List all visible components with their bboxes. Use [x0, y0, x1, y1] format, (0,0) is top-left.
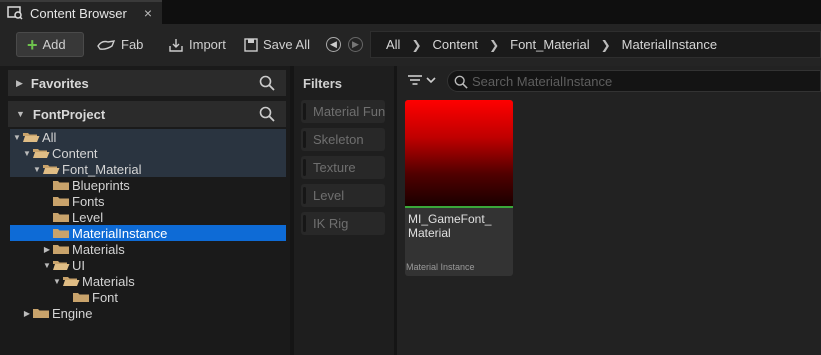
breadcrumb-all[interactable]: All	[386, 37, 400, 52]
breadcrumb-content[interactable]: Content	[433, 37, 479, 52]
add-label: Add	[42, 37, 66, 52]
folder-open-icon	[33, 149, 50, 158]
breadcrumb-material-instance[interactable]: MaterialInstance	[622, 37, 717, 52]
chevron-right-icon: ❯	[600, 37, 611, 52]
tree-item-label: Materials	[82, 273, 135, 289]
filters-title: Filters	[303, 76, 343, 91]
tree-item-materials[interactable]: ▶ Materials	[10, 241, 286, 257]
search-icon[interactable]	[259, 75, 275, 91]
folder-open-icon	[43, 165, 60, 174]
caret-down-icon[interactable]: ▼	[22, 149, 32, 158]
fab-button[interactable]: Fab	[96, 32, 143, 57]
search-placeholder: Search MaterialInstance	[472, 73, 613, 89]
asset-tile[interactable]: MI_GameFont_ Material Material Instance	[405, 100, 513, 276]
project-label: FontProject	[32, 106, 106, 122]
folder-icon	[33, 309, 49, 318]
folder-icon	[73, 293, 89, 302]
filter-chip-level[interactable]: Level	[301, 184, 385, 207]
caret-down-icon[interactable]: ▼	[52, 277, 62, 286]
folder-icon	[53, 245, 69, 254]
folder-tree: ▼ All ▼ Content ▼ Font_Material Blueprints Font…	[10, 129, 286, 321]
filter-dropdown-button[interactable]	[407, 74, 437, 89]
tree-item-label: Font	[92, 289, 119, 305]
filter-chip-ik-rig[interactable]: IK Rig	[301, 212, 385, 235]
tree-item-ui[interactable]: ▼ UI	[10, 257, 286, 273]
folder-icon	[53, 197, 69, 206]
tab-title: Content Browser	[30, 5, 127, 21]
import-button[interactable]: Import	[168, 32, 226, 57]
tree-item-label: Content	[52, 145, 98, 161]
tree-item-content[interactable]: ▼ Content	[10, 145, 286, 161]
favorites-header[interactable]: ▶ Favorites	[8, 70, 286, 96]
folder-open-icon	[53, 261, 70, 270]
tree-item-label: Materials	[72, 241, 125, 257]
folder-open-icon	[63, 277, 80, 286]
tree-item-label: UI	[72, 257, 85, 273]
caret-right-icon[interactable]: ▶	[22, 309, 32, 318]
tree-item-label: Font_Material	[62, 161, 142, 177]
tree-item-engine[interactable]: ▶ Engine	[10, 305, 286, 321]
asset-name: MI_GameFont_ Material	[408, 212, 492, 240]
tab-strip: Content Browser ×	[0, 0, 821, 24]
search-icon	[454, 75, 468, 89]
caret-right-icon[interactable]: ▶	[42, 245, 52, 254]
caret-right-icon: ▶	[16, 77, 23, 88]
save-all-label: Save All	[263, 37, 310, 52]
asset-view: Search MaterialInstance MI_GameFont_ Mat…	[397, 66, 821, 355]
chevron-right-icon: ❯	[411, 37, 422, 52]
filter-icon	[408, 75, 436, 85]
tree-item-font-material[interactable]: ▼ Font_Material	[10, 161, 286, 177]
breadcrumb-font-material[interactable]: Font_Material	[510, 37, 589, 52]
caret-down-icon: ▼	[16, 109, 25, 119]
caret-down-icon[interactable]: ▼	[42, 261, 52, 270]
project-header[interactable]: ▼ FontProject	[8, 101, 286, 127]
folder-icon	[53, 229, 69, 238]
forward-arrow-icon[interactable]: ▶	[348, 37, 363, 52]
close-icon[interactable]: ×	[144, 5, 152, 21]
tree-item-font[interactable]: Font	[10, 289, 286, 305]
filters-panel: Filters Material Fun Skeleton Texture Le…	[294, 66, 394, 355]
tree-item-materialinstance[interactable]: MaterialInstance	[10, 225, 286, 241]
asset-type-label: Material Instance	[406, 262, 475, 272]
favorites-label: Favorites	[30, 75, 89, 91]
caret-down-icon[interactable]: ▼	[12, 133, 22, 142]
caret-down-icon[interactable]: ▼	[32, 165, 42, 174]
chevron-right-icon: ❯	[489, 37, 500, 52]
tree-item-all[interactable]: ▼ All	[10, 129, 286, 145]
search-icon[interactable]	[259, 106, 275, 122]
tree-item-fonts[interactable]: Fonts	[10, 193, 286, 209]
content-browser-icon	[7, 6, 23, 20]
tree-item-blueprints[interactable]: Blueprints	[10, 177, 286, 193]
asset-search-input[interactable]: Search MaterialInstance	[447, 70, 821, 92]
sources-panel: ▶ Favorites ▼ FontProject ▼ All ▼ Content ▼ F…	[0, 66, 290, 355]
toolbar: + Add Fab Import Save All ◀ ▶ All ❯ Cont…	[0, 24, 821, 66]
folder-icon	[53, 213, 69, 222]
tab-content-browser[interactable]: Content Browser ×	[0, 0, 162, 24]
import-icon	[169, 38, 183, 52]
filter-chip-material-function[interactable]: Material Fun	[301, 100, 385, 123]
breadcrumb: All ❯ Content ❯ Font_Material ❯ Material…	[370, 31, 821, 58]
folder-open-icon	[23, 133, 40, 142]
back-arrow-icon[interactable]: ◀	[326, 37, 341, 52]
save-icon	[244, 37, 258, 52]
tree-item-label: Fonts	[72, 193, 105, 209]
fab-label: Fab	[121, 37, 144, 52]
tree-item-materials[interactable]: ▼ Materials	[10, 273, 286, 289]
tree-item-label: Level	[72, 209, 104, 225]
folder-icon	[53, 181, 69, 190]
asset-thumbnail	[405, 100, 513, 206]
tree-item-level[interactable]: Level	[10, 209, 286, 225]
tree-item-label: Blueprints	[72, 177, 130, 193]
filter-chip-texture[interactable]: Texture	[301, 156, 385, 179]
save-all-button[interactable]: Save All	[244, 32, 310, 57]
plus-icon: +	[27, 34, 38, 55]
import-label: Import	[189, 37, 226, 52]
add-button[interactable]: + Add	[16, 32, 84, 57]
fab-icon	[97, 39, 116, 50]
asset-type-color-bar	[405, 206, 513, 208]
tree-item-label: Engine	[52, 305, 93, 321]
tree-item-label: MaterialInstance	[72, 225, 168, 241]
tree-item-label: All	[42, 129, 57, 145]
filter-chip-skeleton[interactable]: Skeleton	[301, 128, 385, 151]
